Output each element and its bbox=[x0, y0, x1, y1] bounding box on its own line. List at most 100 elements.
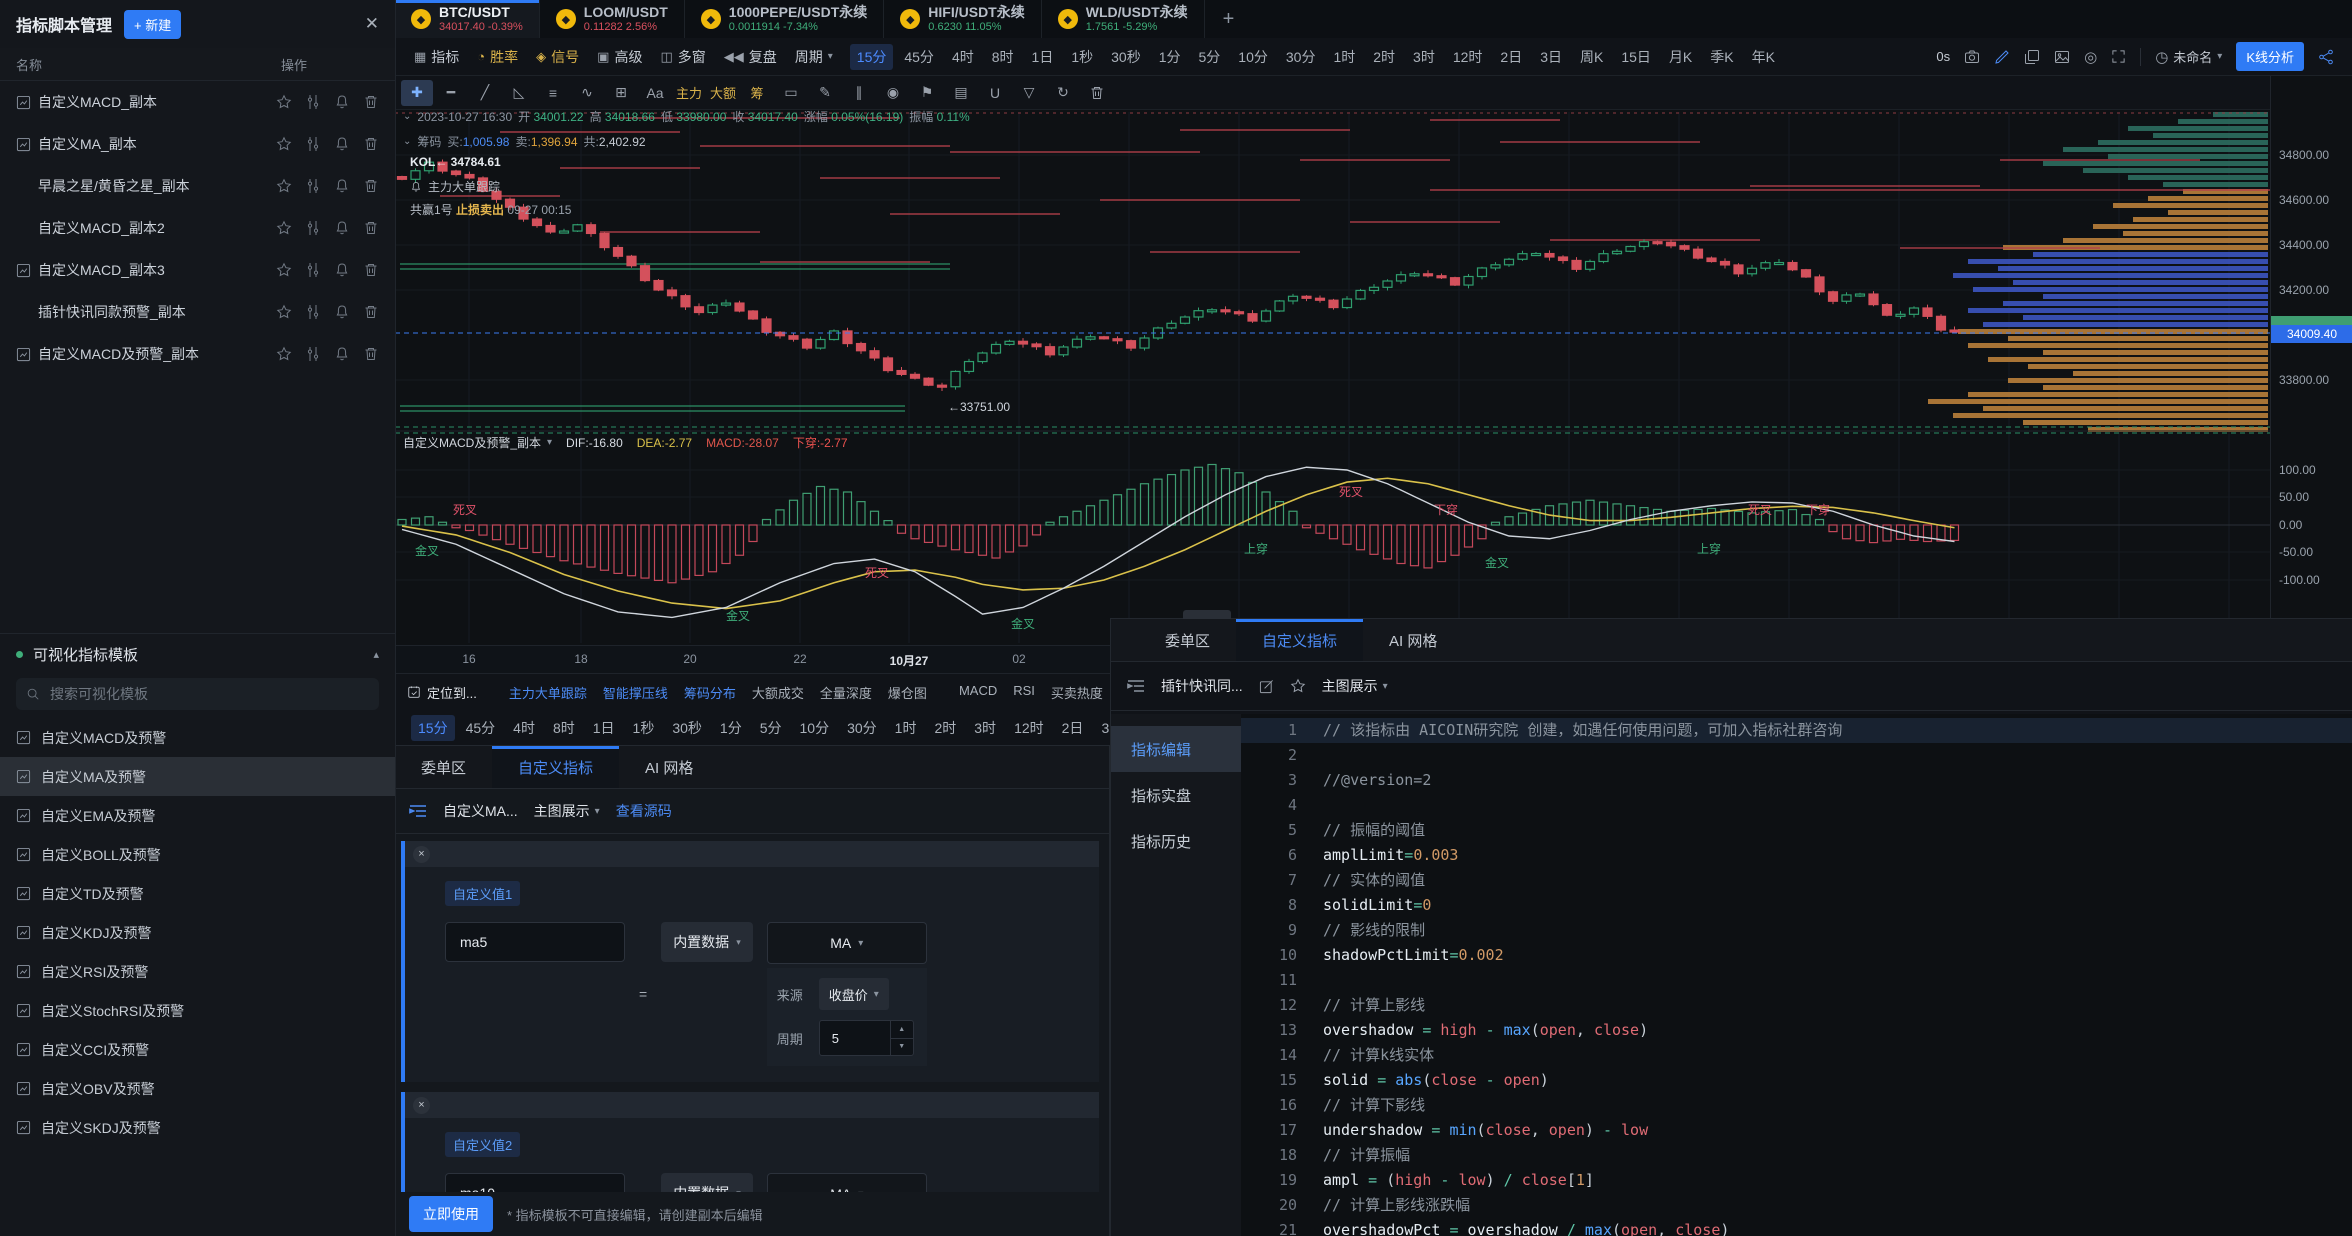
close-icon[interactable]: × bbox=[413, 846, 430, 863]
favorite-icon[interactable] bbox=[276, 304, 292, 320]
symbol-tab-btc-usdt[interactable]: ◆BTC/USDT34017.40 -0.39% bbox=[395, 0, 540, 38]
draw-tool-hline-icon[interactable]: ━ bbox=[435, 80, 467, 106]
template-section-header[interactable]: 可视化指标模板 ▴ bbox=[0, 633, 395, 674]
nav-指标编辑[interactable]: 指标编辑 bbox=[1111, 726, 1241, 772]
sub-period-2时[interactable]: 2时 bbox=[927, 715, 963, 741]
draw-tool-筹-icon[interactable]: 筹 bbox=[741, 80, 773, 106]
draw-tool-lock-icon[interactable]: ◉ bbox=[877, 80, 909, 106]
nav-指标历史[interactable]: 指标历史 bbox=[1111, 818, 1241, 864]
toolbar-item-复盘[interactable]: ◀◀复盘 bbox=[724, 47, 777, 67]
locate-button[interactable]: 定位到... bbox=[407, 683, 477, 702]
edit-icon[interactable] bbox=[1259, 679, 1274, 694]
image-icon[interactable] bbox=[2054, 49, 2070, 65]
sub-period-1分[interactable]: 1分 bbox=[713, 715, 749, 741]
template-row[interactable]: 自定义MACD及预警 bbox=[0, 718, 395, 757]
variable-name-input[interactable] bbox=[445, 922, 625, 962]
period-15日[interactable]: 15日 bbox=[1614, 44, 1658, 70]
draw-tool-主力-icon[interactable]: 主力 bbox=[673, 80, 705, 106]
favorite-icon[interactable] bbox=[276, 136, 292, 152]
sub-period-5分[interactable]: 5分 bbox=[753, 715, 789, 741]
sub-period-4时[interactable]: 4时 bbox=[506, 715, 542, 741]
link-大额成交[interactable]: 大额成交 bbox=[752, 683, 804, 702]
apply-chart-icon[interactable] bbox=[305, 304, 321, 320]
display-mode-select[interactable]: 主图展示▾ bbox=[1322, 676, 1388, 696]
sub-period-8时[interactable]: 8时 bbox=[546, 715, 582, 741]
sub-period-1时[interactable]: 1时 bbox=[888, 715, 924, 741]
period-周K[interactable]: 周K bbox=[1573, 44, 1610, 70]
template-row[interactable]: 自定义MA及预警 bbox=[0, 757, 395, 796]
link-智能撑压线[interactable]: 智能撑压线 bbox=[603, 683, 668, 702]
apply-chart-icon[interactable] bbox=[305, 346, 321, 362]
fullscreen-icon[interactable] bbox=[2111, 49, 2126, 64]
script-row[interactable]: 自定义MA_副本 bbox=[0, 123, 395, 165]
link-主力大单跟踪[interactable]: 主力大单跟踪 bbox=[509, 683, 587, 702]
collapse-icon[interactable]: ⌄ bbox=[403, 111, 411, 122]
alert-icon[interactable] bbox=[334, 136, 350, 152]
sub-period-2日[interactable]: 2日 bbox=[1055, 715, 1091, 741]
function-select[interactable]: MA▾ bbox=[767, 1173, 927, 1192]
period-4时[interactable]: 4时 bbox=[945, 44, 981, 70]
close-icon[interactable]: × bbox=[413, 1097, 430, 1114]
draw-tool-pattern-icon[interactable]: ∥ bbox=[843, 80, 875, 106]
period-1分[interactable]: 1分 bbox=[1152, 44, 1188, 70]
variable-name-input[interactable] bbox=[445, 1173, 625, 1192]
template-row[interactable]: 自定义TD及预警 bbox=[0, 874, 395, 913]
period-月K[interactable]: 月K bbox=[1662, 44, 1699, 70]
period-12时[interactable]: 12时 bbox=[1446, 44, 1490, 70]
indicator-name[interactable]: 插针快讯同... bbox=[1161, 676, 1243, 696]
period-30秒[interactable]: 30秒 bbox=[1104, 44, 1148, 70]
toolbar-item-胜率[interactable]: ◔胜率 bbox=[477, 47, 518, 67]
apply-chart-icon[interactable] bbox=[305, 262, 321, 278]
data-source-select[interactable]: 内置数据▾ bbox=[661, 1173, 753, 1192]
favorite-icon[interactable] bbox=[276, 94, 292, 110]
template-row[interactable]: 自定义EMA及预警 bbox=[0, 796, 395, 835]
toolbar-item-多窗[interactable]: ◫多窗 bbox=[660, 47, 705, 67]
draw-tool-crosshair-icon[interactable]: ✚ bbox=[401, 80, 433, 106]
sub-period-3日[interactable]: 3日 bbox=[1094, 715, 1110, 741]
add-tab-button[interactable]: + bbox=[1205, 0, 1253, 38]
draw-tool-refresh-icon[interactable]: ↻ bbox=[1047, 80, 1079, 106]
new-script-button[interactable]: + 新建 bbox=[124, 10, 181, 39]
toolbar-item-信号[interactable]: ◈信号 bbox=[536, 47, 579, 67]
template-row[interactable]: 自定义StochRSI及预警 bbox=[0, 991, 395, 1030]
period-stepper[interactable]: 5▲▼ bbox=[819, 1020, 914, 1056]
indent-list-icon[interactable] bbox=[409, 803, 427, 819]
script-row[interactable]: 自定义MACD及预警_副本 bbox=[0, 333, 395, 375]
layout-select[interactable]: ◷ 未命名▾ bbox=[2155, 47, 2222, 66]
delete-icon[interactable] bbox=[363, 262, 379, 278]
symbol-tab-wld-usdt-[interactable]: ◆WLD/USDT永续1.7561 -5.29% bbox=[1042, 0, 1205, 38]
panel-drag-handle[interactable] bbox=[1183, 610, 1231, 619]
delete-icon[interactable] bbox=[363, 178, 379, 194]
template-search[interactable] bbox=[16, 678, 379, 710]
delete-icon[interactable] bbox=[363, 304, 379, 320]
template-row[interactable]: 自定义KDJ及预警 bbox=[0, 913, 395, 952]
nav-指标实盘[interactable]: 指标实盘 bbox=[1111, 772, 1241, 818]
draw-tool-magnet-icon[interactable]: U bbox=[979, 80, 1011, 106]
favorite-icon[interactable] bbox=[276, 178, 292, 194]
step-down-icon[interactable]: ▼ bbox=[891, 1039, 913, 1056]
period-8时[interactable]: 8时 bbox=[985, 44, 1021, 70]
sub-period-10分[interactable]: 10分 bbox=[793, 715, 837, 741]
script-row[interactable]: 自定义MACD_副本3 bbox=[0, 249, 395, 291]
draw-pen-icon[interactable] bbox=[1994, 49, 2010, 65]
toolbar-item-指标[interactable]: ▦指标 bbox=[414, 47, 459, 67]
macd-indicator-select[interactable]: 自定义MACD及预警_副本▾ bbox=[403, 434, 552, 451]
view-source-link[interactable]: 查看源码 bbox=[616, 801, 672, 821]
favorite-icon[interactable] bbox=[276, 346, 292, 362]
draw-tool-triangle-icon[interactable]: ◺ bbox=[503, 80, 535, 106]
tab-custom-indicator[interactable]: 自定义指标 bbox=[492, 746, 619, 788]
period-30分[interactable]: 30分 bbox=[1279, 44, 1323, 70]
tab-order-area[interactable]: 委单区 bbox=[395, 746, 492, 788]
main-chart[interactable]: 金叉死叉死叉金叉金叉死叉下穿上穿金叉上穿死叉下穿 bbox=[395, 110, 2352, 645]
draw-tool-note-icon[interactable]: ▤ bbox=[945, 80, 977, 106]
link-爆仓图[interactable]: 爆仓图 bbox=[888, 683, 927, 702]
tab-ai-grid[interactable]: AI 网格 bbox=[1363, 619, 1463, 661]
close-icon[interactable]: ✕ bbox=[365, 14, 379, 34]
alert-icon[interactable] bbox=[334, 220, 350, 236]
link-RSI[interactable]: RSI bbox=[1013, 683, 1035, 702]
script-row[interactable]: 早晨之星/黄昏之星_副本 bbox=[0, 165, 395, 207]
price-source-select[interactable]: 收盘价▾ bbox=[819, 978, 889, 1010]
draw-tool-text-icon[interactable]: Aa bbox=[639, 80, 671, 106]
template-row[interactable]: 自定义OBV及预警 bbox=[0, 1069, 395, 1108]
template-row[interactable]: 自定义RSI及预警 bbox=[0, 952, 395, 991]
